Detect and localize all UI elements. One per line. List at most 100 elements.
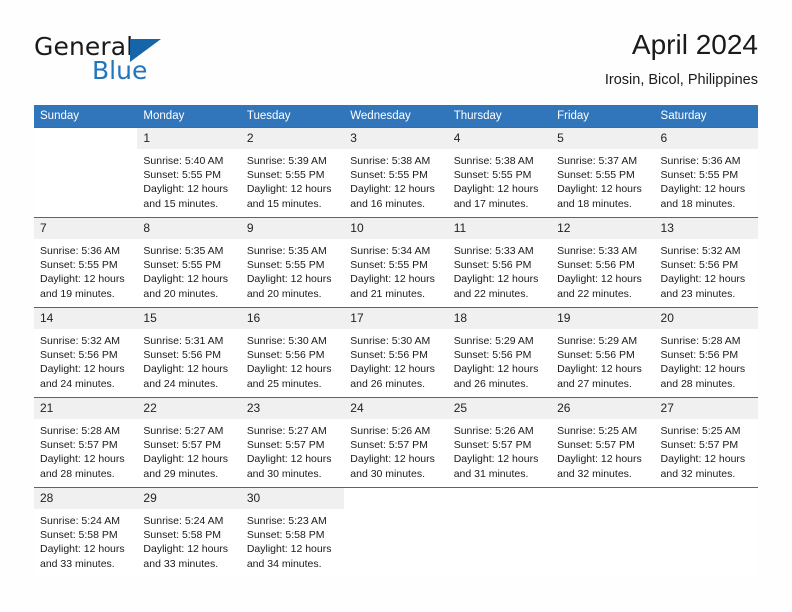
day-details: Sunrise: 5:31 AM Sunset: 5:56 PM Daylight:… xyxy=(137,329,240,391)
day-number: 19 xyxy=(551,308,655,329)
day-detail-daylight-line1: Daylight: 12 hours xyxy=(660,183,746,196)
day-number: 10 xyxy=(344,218,448,239)
calendar-day-cell[interactable]: 30 Sunrise: 5:23 AM Sunset: 5:58 PM Dayligh… xyxy=(240,487,345,577)
day-detail-sunset: Sunset: 5:56 PM xyxy=(660,349,739,362)
calendar-day-cell[interactable]: 22 Sunrise: 5:27 AM Sunset: 5:57 PM Dayligh… xyxy=(137,397,241,488)
calendar-week-row: 7 Sunrise: 5:36 AM Sunset: 5:55 PM Daylight… xyxy=(34,217,758,308)
calendar-day-cell[interactable]: 10 Sunrise: 5:34 AM Sunset: 5:55 PM Dayligh… xyxy=(344,217,448,308)
calendar-day-cell[interactable]: 14 Sunrise: 5:32 AM Sunset: 5:56 PM Dayligh… xyxy=(34,307,138,398)
calendar-day-cell[interactable]: 29 Sunrise: 5:24 AM Sunset: 5:58 PM Dayligh… xyxy=(137,487,241,577)
calendar-day-cell[interactable]: 23 Sunrise: 5:27 AM Sunset: 5:57 PM Dayligh… xyxy=(240,397,345,488)
day-detail-sunrise: Sunrise: 5:32 AM xyxy=(40,335,120,347)
day-number xyxy=(344,488,447,509)
day-detail-daylight-line2: and 26 minutes. xyxy=(453,377,529,390)
day-detail-daylight-line2: and 15 minutes. xyxy=(246,197,322,210)
day-detail-sunset: Sunset: 5:57 PM xyxy=(660,439,739,452)
day-detail-sunrise: Sunrise: 5:28 AM xyxy=(660,335,741,347)
day-details: Sunrise: 5:23 AM Sunset: 5:58 PM Daylight:… xyxy=(241,509,344,571)
calendar-day-cell[interactable]: 21 Sunrise: 5:28 AM Sunset: 5:57 PM Dayligh… xyxy=(34,397,138,488)
day-detail-sunrise: Sunrise: 5:27 AM xyxy=(246,425,327,437)
day-detail-sunrise: Sunrise: 5:24 AM xyxy=(143,515,224,527)
day-detail-sunrise: Sunrise: 5:31 AM xyxy=(143,335,224,347)
day-detail-daylight-line1: Daylight: 12 hours xyxy=(453,273,539,286)
calendar-day-cell[interactable]: 6 Sunrise: 5:36 AM Sunset: 5:55 PM Daylight… xyxy=(654,127,758,218)
calendar-day-cell[interactable]: 27 Sunrise: 5:25 AM Sunset: 5:57 PM Dayligh… xyxy=(654,397,758,488)
calendar-day-cell[interactable]: 9 Sunrise: 5:35 AM Sunset: 5:55 PM Daylight… xyxy=(240,217,345,308)
day-number: 14 xyxy=(34,308,138,329)
calendar-day-cell[interactable]: 3 Sunrise: 5:38 AM Sunset: 5:55 PM Daylight… xyxy=(344,127,448,218)
calendar-day-cell[interactable]: 7 Sunrise: 5:36 AM Sunset: 5:55 PM Daylight… xyxy=(34,217,138,308)
calendar-day-cell[interactable]: 26 Sunrise: 5:25 AM Sunset: 5:57 PM Dayligh… xyxy=(551,397,655,488)
day-detail-sunrise: Sunrise: 5:39 AM xyxy=(246,155,327,167)
calendar-day-cell[interactable]: 15 Sunrise: 5:31 AM Sunset: 5:56 PM Dayligh… xyxy=(137,307,241,398)
day-detail-sunrise: Sunrise: 5:35 AM xyxy=(143,245,224,257)
day-details: Sunrise: 5:29 AM Sunset: 5:56 PM Daylight:… xyxy=(551,329,654,391)
day-number: 26 xyxy=(551,398,655,419)
calendar-day-cell[interactable]: 2 Sunrise: 5:39 AM Sunset: 5:55 PM Daylight… xyxy=(240,127,345,218)
day-detail-sunset: Sunset: 5:55 PM xyxy=(246,259,325,272)
calendar-day-cell[interactable]: 25 Sunrise: 5:26 AM Sunset: 5:57 PM Dayligh… xyxy=(447,397,552,488)
day-detail-sunset: Sunset: 5:55 PM xyxy=(246,169,325,182)
calendar-empty-cell xyxy=(654,487,758,577)
calendar-day-cell[interactable]: 5 Sunrise: 5:37 AM Sunset: 5:55 PM Daylight… xyxy=(551,127,655,218)
calendar-day-cell[interactable]: 4 Sunrise: 5:38 AM Sunset: 5:55 PM Daylight… xyxy=(447,127,552,218)
day-detail-daylight-line2: and 24 minutes. xyxy=(40,377,115,390)
day-detail-daylight-line1: Daylight: 12 hours xyxy=(40,543,125,556)
day-number: 29 xyxy=(137,488,241,509)
day-detail-daylight-line1: Daylight: 12 hours xyxy=(40,363,125,376)
calendar-day-cell[interactable]: 19 Sunrise: 5:29 AM Sunset: 5:56 PM Dayligh… xyxy=(551,307,655,398)
calendar-day-cell[interactable]: 17 Sunrise: 5:30 AM Sunset: 5:56 PM Dayligh… xyxy=(344,307,448,398)
day-number: 1 xyxy=(137,128,241,149)
day-detail-daylight-line1: Daylight: 12 hours xyxy=(246,273,332,286)
day-details: Sunrise: 5:24 AM Sunset: 5:58 PM Daylight:… xyxy=(137,509,240,571)
day-detail-sunrise: Sunrise: 5:24 AM xyxy=(40,515,120,527)
day-detail-sunrise: Sunrise: 5:34 AM xyxy=(350,245,431,257)
day-details: Sunrise: 5:38 AM Sunset: 5:55 PM Daylight:… xyxy=(448,149,551,211)
day-detail-sunset: Sunset: 5:57 PM xyxy=(40,439,118,452)
day-detail-daylight-line2: and 29 minutes. xyxy=(143,467,219,480)
calendar-day-cell[interactable]: 18 Sunrise: 5:29 AM Sunset: 5:56 PM Dayligh… xyxy=(447,307,552,398)
brand-logo[interactable]: General Blue xyxy=(34,28,254,92)
day-detail-sunrise: Sunrise: 5:25 AM xyxy=(557,425,638,437)
day-detail-sunset: Sunset: 5:58 PM xyxy=(246,529,325,542)
day-detail-sunrise: Sunrise: 5:29 AM xyxy=(557,335,638,347)
day-detail-daylight-line2: and 22 minutes. xyxy=(453,287,529,300)
day-detail-sunset: Sunset: 5:56 PM xyxy=(557,259,635,272)
calendar-day-cell[interactable]: 16 Sunrise: 5:30 AM Sunset: 5:56 PM Dayligh… xyxy=(240,307,345,398)
page-header: General Blue April 2024 Irosin, Bicol, P… xyxy=(34,28,758,100)
day-detail-daylight-line1: Daylight: 12 hours xyxy=(246,183,332,196)
day-detail-sunset: Sunset: 5:56 PM xyxy=(453,349,532,362)
day-detail-daylight-line2: and 20 minutes. xyxy=(143,287,219,300)
day-detail-daylight-line2: and 28 minutes. xyxy=(40,467,115,480)
day-detail-daylight-line2: and 31 minutes. xyxy=(453,467,529,480)
day-detail-daylight-line1: Daylight: 12 hours xyxy=(660,453,746,466)
calendar-day-cell[interactable]: 11 Sunrise: 5:33 AM Sunset: 5:56 PM Dayligh… xyxy=(447,217,552,308)
calendar-day-cell[interactable]: 13 Sunrise: 5:32 AM Sunset: 5:56 PM Dayligh… xyxy=(654,217,758,308)
day-number: 17 xyxy=(344,308,448,329)
day-detail-daylight-line1: Daylight: 12 hours xyxy=(660,273,746,286)
day-number: 20 xyxy=(654,308,758,329)
day-details: Sunrise: 5:27 AM Sunset: 5:57 PM Daylight:… xyxy=(241,419,344,481)
day-detail-sunset: Sunset: 5:58 PM xyxy=(40,529,118,542)
day-detail-daylight-line1: Daylight: 12 hours xyxy=(246,453,332,466)
calendar-day-cell[interactable]: 28 Sunrise: 5:24 AM Sunset: 5:58 PM Dayligh… xyxy=(34,487,138,577)
day-detail-sunset: Sunset: 5:55 PM xyxy=(143,169,222,182)
day-number xyxy=(551,488,654,509)
day-detail-daylight-line1: Daylight: 12 hours xyxy=(557,363,642,376)
day-details: Sunrise: 5:38 AM Sunset: 5:55 PM Daylight:… xyxy=(344,149,447,211)
day-number: 6 xyxy=(654,128,758,149)
calendar-day-cell[interactable]: 12 Sunrise: 5:33 AM Sunset: 5:56 PM Dayligh… xyxy=(551,217,655,308)
day-detail-daylight-line1: Daylight: 12 hours xyxy=(143,183,229,196)
day-details: Sunrise: 5:25 AM Sunset: 5:57 PM Daylight:… xyxy=(655,419,758,481)
day-details: Sunrise: 5:26 AM Sunset: 5:57 PM Daylight:… xyxy=(448,419,551,481)
calendar-day-cell[interactable]: 1 Sunrise: 5:40 AM Sunset: 5:55 PM Daylight… xyxy=(137,127,241,218)
day-details: Sunrise: 5:36 AM Sunset: 5:55 PM Daylight:… xyxy=(655,149,758,211)
calendar-day-cell[interactable]: 20 Sunrise: 5:28 AM Sunset: 5:56 PM Dayligh… xyxy=(654,307,758,398)
calendar-day-cell[interactable]: 24 Sunrise: 5:26 AM Sunset: 5:57 PM Dayligh… xyxy=(344,397,448,488)
day-detail-sunrise: Sunrise: 5:36 AM xyxy=(660,155,741,167)
day-detail-sunset: Sunset: 5:56 PM xyxy=(660,259,739,272)
title-block: April 2024 Irosin, Bicol, Philippines xyxy=(605,28,758,91)
day-number: 22 xyxy=(137,398,241,419)
day-number: 8 xyxy=(137,218,241,239)
calendar-day-cell[interactable]: 8 Sunrise: 5:35 AM Sunset: 5:55 PM Daylight… xyxy=(137,217,241,308)
